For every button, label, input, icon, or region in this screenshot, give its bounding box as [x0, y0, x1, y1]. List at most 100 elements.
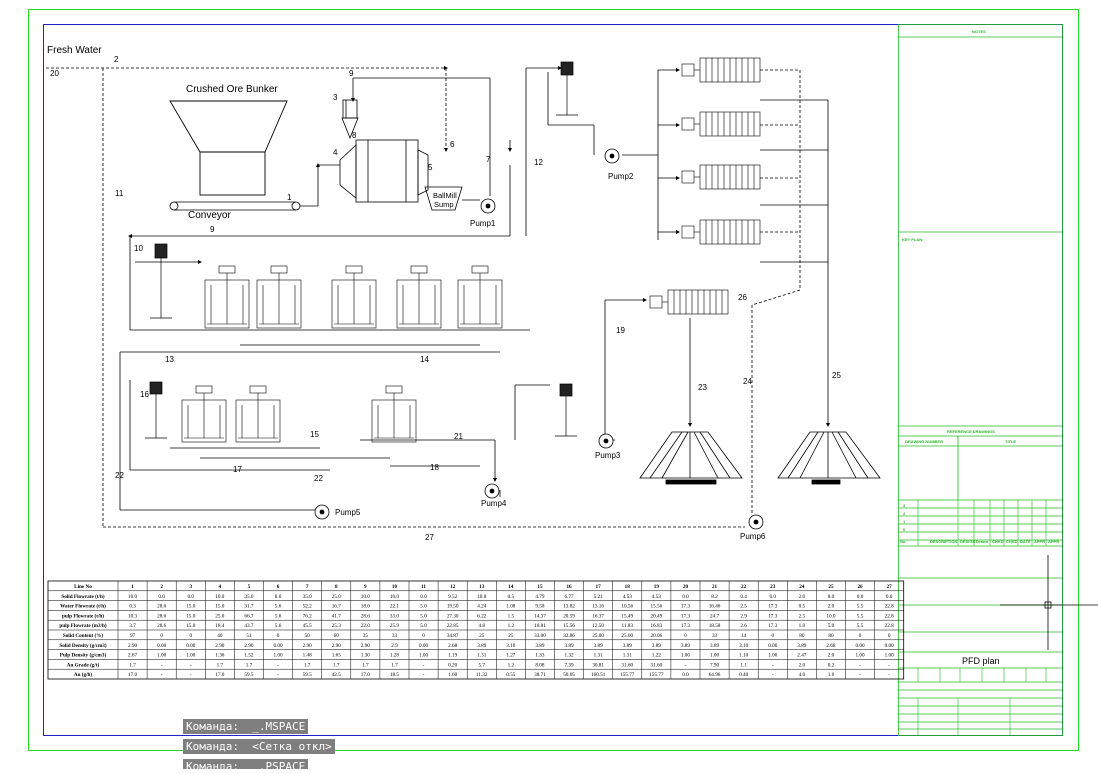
- stream-number: 22: [314, 474, 323, 483]
- table-cell: 3.89: [594, 643, 603, 649]
- revision-header-cell: DATE: [1020, 539, 1031, 544]
- table-cell: 1.00: [710, 653, 719, 659]
- table-cell: 3.89: [681, 643, 690, 649]
- table-cell: Au Grade (g/t): [67, 661, 100, 668]
- table-cell: 4.53: [623, 594, 632, 600]
- table-cell: 25.0: [332, 594, 341, 600]
- table-cell: 0: [160, 633, 163, 639]
- table-cell: 31.60: [651, 662, 663, 668]
- conveyor-label: Conveyor: [188, 210, 231, 221]
- fresh-water-label: Fresh Water: [47, 45, 102, 56]
- table-cell: 6.22: [477, 613, 486, 619]
- table-cell: 1.7: [362, 662, 369, 668]
- table-cell: 41.7: [332, 613, 341, 619]
- table-cell: 5.21: [594, 594, 603, 600]
- table-cell: 0.0: [275, 594, 282, 600]
- table-cell: 31.60: [621, 662, 633, 668]
- table-cell: 35: [363, 633, 369, 639]
- flotation-cell: [331, 265, 377, 329]
- table-cell: Pulp Density (g/cm3): [60, 652, 107, 659]
- table-cell: 9: [364, 584, 367, 590]
- table-cell: 17.0: [215, 672, 224, 678]
- table-cell: 33: [712, 633, 718, 639]
- table-cell: 5.0: [420, 613, 427, 619]
- table-cell: 0.0: [188, 594, 195, 600]
- table-cell: -: [685, 662, 687, 668]
- flotation-cell: [457, 265, 503, 329]
- drawing-title: PFD plan: [962, 656, 1000, 666]
- table-cell: 4.24: [477, 604, 486, 610]
- revision-numbers: 3 2 1 0: [903, 503, 906, 532]
- flotation-cell: [235, 385, 281, 443]
- table-cell: Solid Flowrate (t/h): [61, 593, 104, 600]
- table-cell: Water Flowrate (t/h): [60, 603, 106, 610]
- pump4-label: Pump4: [481, 499, 507, 508]
- table-cell: 15.56: [651, 604, 663, 610]
- table-cell: 14.37: [534, 613, 546, 619]
- table-cell: 0.5: [508, 594, 515, 600]
- table-cell: 14: [508, 584, 514, 590]
- table-cell: 4: [219, 584, 222, 590]
- table-cell: 0.20: [448, 662, 457, 668]
- table-cell: 7.39: [565, 662, 574, 668]
- command-line-3: Команда: _.PSPACE: [183, 759, 309, 769]
- table-cell: 25.0: [215, 613, 224, 619]
- table-cell: 0.0: [682, 672, 689, 678]
- table-cell: -: [161, 662, 163, 668]
- stream-number: 21: [454, 432, 463, 441]
- table-cell: 43.7: [244, 623, 253, 629]
- flotation-cell: [256, 265, 302, 329]
- drawing-viewport[interactable]: Fresh Water Crushed Ore Bunker Conveyor …: [0, 0, 1098, 769]
- filter-press: [681, 57, 761, 83]
- table-cell: 18: [625, 584, 631, 590]
- table-cell: 80: [799, 633, 805, 639]
- stream-number: 19: [616, 326, 625, 335]
- table-cell: 17.3: [768, 604, 777, 610]
- table-cell: 17.0: [128, 672, 137, 678]
- table-cell: 28.6: [157, 604, 166, 610]
- pump5-label: Pump5: [335, 508, 361, 517]
- table-cell: 19: [654, 584, 660, 590]
- table-cell: 1.00: [186, 653, 195, 659]
- pump-icon: [484, 483, 500, 499]
- table-cell: 5.0: [828, 623, 835, 629]
- stream-number: 13: [165, 355, 174, 364]
- table-cell: 22.1: [390, 604, 399, 610]
- table-cell: 0: [277, 633, 280, 639]
- table-cell: 66.7: [244, 613, 253, 619]
- table-cell: 0.2: [828, 662, 835, 668]
- table-cell: Au (g/h): [74, 671, 93, 678]
- table-cell: 6: [277, 584, 280, 590]
- table-cell: 22.85: [447, 623, 459, 629]
- table-cell: 160.51: [591, 672, 606, 678]
- filter-presses: [649, 57, 761, 315]
- revision-number: 2: [903, 511, 906, 516]
- table-cell: 3.7: [129, 623, 136, 629]
- conveyor: [169, 201, 301, 211]
- table-cell: 5.6: [275, 623, 282, 629]
- stream-number: 10: [134, 244, 143, 253]
- table-cell: 27.30: [447, 613, 459, 619]
- stream-number: 1: [287, 193, 292, 202]
- table-cell: 23: [770, 584, 776, 590]
- table-cell: -: [277, 662, 279, 668]
- table-cell: 1.7: [246, 662, 253, 668]
- table-cell: 22.8: [885, 613, 894, 619]
- table-cell: 10.8: [477, 594, 486, 600]
- table-cell: 8.08: [535, 662, 544, 668]
- filter-press: [681, 164, 761, 190]
- table-cell: 35.0: [303, 594, 312, 600]
- table-cell: 15.49: [621, 613, 633, 619]
- table-cell: 20.06: [651, 633, 663, 639]
- table-cell: 15.56: [563, 623, 575, 629]
- table-cell: 2: [160, 584, 163, 590]
- table-cell: 30.81: [592, 662, 604, 668]
- filter-press: [681, 219, 761, 245]
- table-cell: 25: [828, 584, 834, 590]
- table-cell: 60: [334, 633, 340, 639]
- table-cell: 1.08: [506, 604, 515, 610]
- stream-number: 6: [450, 140, 455, 149]
- pump6-label: Pump6: [740, 532, 766, 541]
- table-cell: 2.47: [797, 653, 806, 659]
- table-cell: 22.8: [885, 604, 894, 610]
